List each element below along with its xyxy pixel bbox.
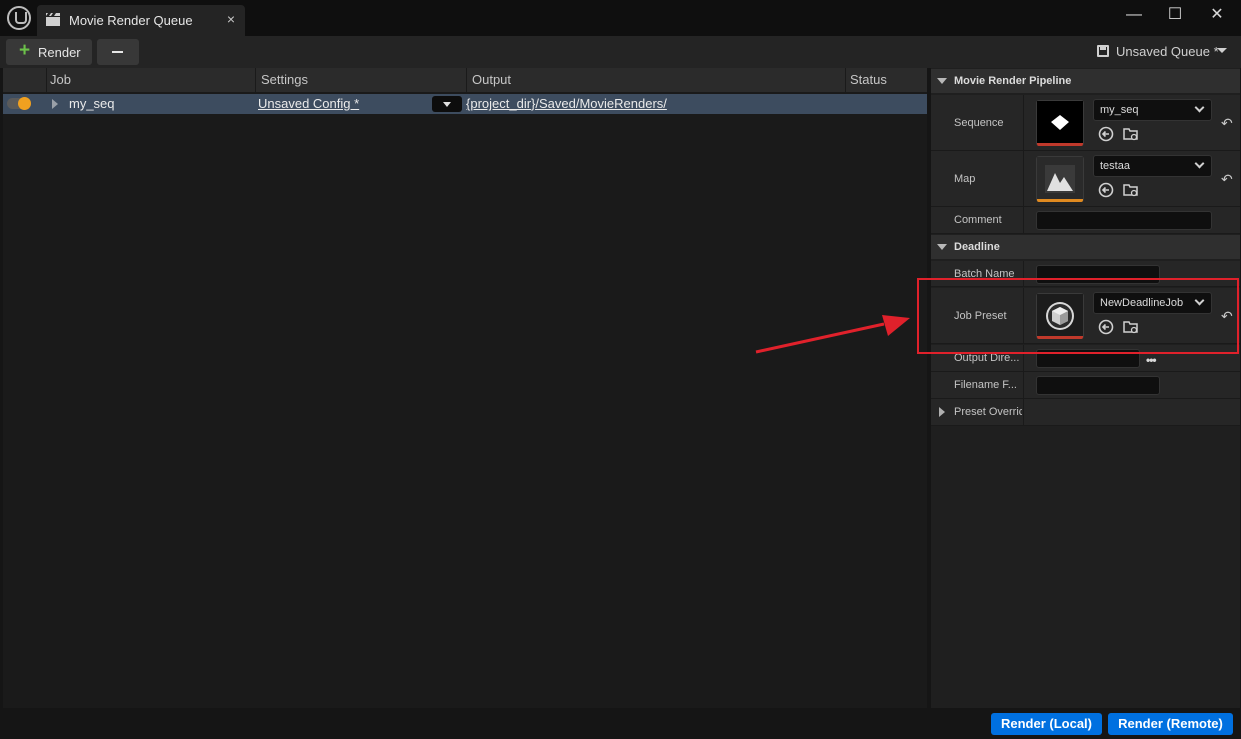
close-window-button[interactable]: ✕	[1207, 6, 1227, 26]
save-icon[interactable]	[1097, 45, 1109, 57]
map-thumbnail[interactable]	[1036, 156, 1084, 202]
property-row-comment: Comment	[931, 207, 1240, 234]
filename-format-field[interactable]	[1036, 376, 1160, 395]
open-folder-icon[interactable]	[1123, 182, 1139, 198]
property-label-comment: Comment	[954, 214, 1002, 226]
maximize-button[interactable]: ☐	[1165, 6, 1185, 26]
browse-directory-button[interactable]: •••	[1146, 353, 1157, 367]
category-title: Movie Render Pipeline	[954, 75, 1072, 87]
highlight-annotation-box	[917, 278, 1239, 354]
queue-name-button[interactable]: Unsaved Queue *	[1116, 44, 1219, 59]
render-local-button[interactable]: Render (Local)	[991, 713, 1102, 735]
settings-dropdown-button[interactable]	[432, 96, 462, 112]
column-header-job[interactable]: Job	[50, 72, 71, 87]
category-deadline[interactable]: Deadline	[931, 235, 1240, 259]
reset-to-default-icon[interactable]: ↶	[1221, 116, 1233, 130]
tab-title: Movie Render Queue	[69, 13, 193, 28]
splitter[interactable]	[1023, 207, 1024, 233]
map-asset-picker[interactable]: testaa	[1093, 155, 1212, 177]
chevron-down-icon	[1194, 158, 1205, 169]
job-name: my_seq	[69, 96, 115, 111]
expand-arrow-icon[interactable]	[52, 99, 58, 109]
column-header-status[interactable]: Status	[850, 72, 887, 87]
map-value: testaa	[1100, 160, 1130, 172]
browse-to-asset-icon[interactable]	[1098, 182, 1114, 198]
level-map-icon	[1037, 157, 1083, 201]
splitter[interactable]	[1023, 399, 1024, 425]
reset-to-default-icon[interactable]: ↶	[1221, 172, 1233, 186]
annotation-arrow-icon	[755, 315, 910, 354]
remove-job-button[interactable]	[97, 39, 139, 65]
property-row-filename-format: Filename F...	[931, 372, 1240, 399]
property-label-map: Map	[954, 173, 976, 185]
splitter[interactable]	[1023, 95, 1024, 150]
open-folder-icon[interactable]	[1123, 126, 1139, 142]
plus-icon: +	[19, 40, 31, 61]
column-divider[interactable]	[845, 68, 846, 92]
sequence-asset-picker[interactable]: my_seq	[1093, 99, 1212, 121]
comment-field[interactable]	[1036, 211, 1212, 230]
minus-icon	[112, 51, 123, 53]
toggle-knob	[18, 97, 31, 110]
output-link[interactable]: {project_dir}/Saved/MovieRenders/	[466, 96, 667, 111]
asset-type-underline	[1037, 199, 1083, 202]
job-list-header: Job Settings Output Status	[3, 68, 927, 92]
chevron-down-icon	[1194, 102, 1205, 113]
category-movie-render-pipeline[interactable]: Movie Render Pipeline	[931, 69, 1240, 93]
splitter[interactable]	[1023, 372, 1024, 398]
table-row[interactable]: my_seq Unsaved Config * {project_dir}/Sa…	[3, 94, 927, 114]
add-render-job-button[interactable]: + Render	[6, 39, 92, 65]
clapperboard-icon	[46, 13, 60, 26]
collapse-arrow-icon	[937, 78, 947, 84]
column-divider	[46, 68, 47, 92]
collapse-arrow-icon	[937, 244, 947, 250]
chevron-down-icon[interactable]	[1217, 48, 1227, 53]
expand-arrow-icon[interactable]	[939, 407, 945, 417]
column-divider[interactable]	[466, 68, 467, 92]
footer-bar: Render (Local) Render (Remote)	[0, 710, 1241, 739]
column-divider[interactable]	[255, 68, 256, 92]
property-row-map: Map testaa ↶	[931, 151, 1240, 207]
minimize-button[interactable]: —	[1124, 6, 1144, 26]
sequence-value: my_seq	[1100, 104, 1139, 116]
property-row-preset-overrides[interactable]: Preset Overric	[931, 399, 1240, 426]
level-sequence-icon	[1037, 101, 1083, 145]
sequence-thumbnail[interactable]	[1036, 100, 1084, 146]
unreal-logo-icon[interactable]	[7, 6, 31, 30]
property-label-preset-overrides: Preset Overric	[954, 406, 1022, 418]
browse-to-asset-icon[interactable]	[1098, 126, 1114, 142]
splitter[interactable]	[1023, 151, 1024, 206]
asset-type-underline	[1037, 143, 1083, 146]
column-header-output[interactable]: Output	[472, 72, 511, 87]
property-label-filename-format: Filename F...	[954, 379, 1017, 391]
category-title: Deadline	[954, 241, 1000, 253]
settings-link[interactable]: Unsaved Config *	[258, 96, 359, 111]
details-panel: Movie Render Pipeline Sequence my_seq ↶ …	[931, 68, 1240, 708]
property-row-sequence: Sequence my_seq ↶	[931, 95, 1240, 151]
column-header-settings[interactable]: Settings	[261, 72, 308, 87]
title-bar: Movie Render Queue × — ☐ ✕	[0, 0, 1241, 36]
job-list-panel: Job Settings Output Status my_seq Unsave…	[3, 68, 927, 708]
property-label-sequence: Sequence	[954, 117, 1004, 129]
render-remote-button[interactable]: Render (Remote)	[1108, 713, 1233, 735]
tab-close-icon[interactable]: ×	[227, 11, 235, 27]
toolbar: + Render	[0, 36, 1241, 68]
render-button-label: Render	[38, 45, 81, 60]
job-enabled-toggle[interactable]	[7, 97, 31, 110]
tab-movie-render-queue[interactable]: Movie Render Queue ×	[37, 5, 245, 36]
